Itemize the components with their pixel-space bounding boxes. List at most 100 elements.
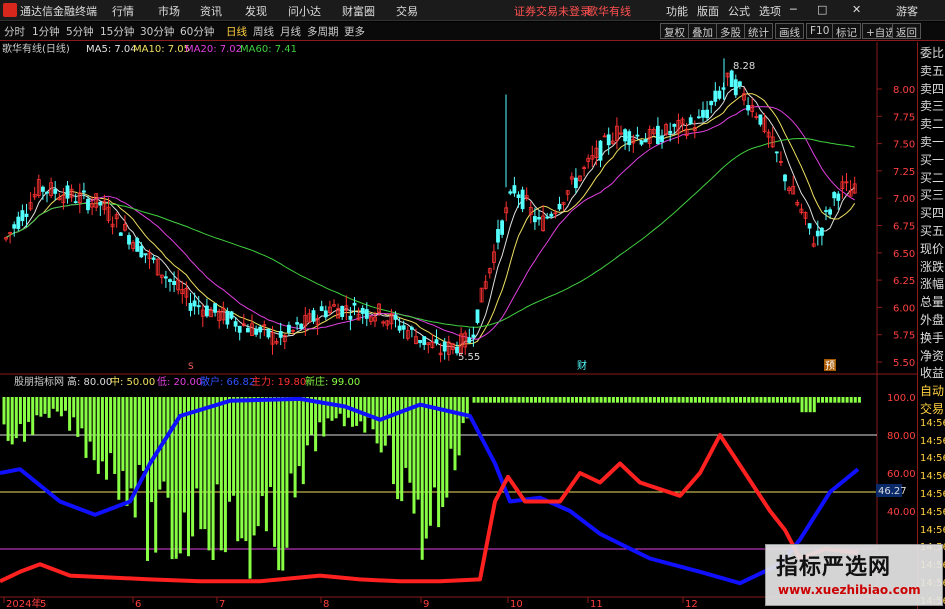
- dealer-bar: [829, 397, 833, 403]
- menu-item-trade[interactable]: 交易: [396, 3, 418, 19]
- sidebar-item-21[interactable]: 14:56: [920, 418, 945, 429]
- sidebar-item-17[interactable]: 净资: [920, 347, 944, 364]
- sidebar-item-18[interactable]: 收益: [920, 364, 944, 381]
- dealer-bar: [689, 397, 693, 403]
- menu-item-wealth[interactable]: 财富圈: [342, 3, 375, 19]
- sidebar-item-23[interactable]: 14:56: [920, 453, 945, 464]
- multi-stock-button[interactable]: 多股: [716, 23, 745, 39]
- dealer-bar: [698, 397, 701, 403]
- sidebar-item-1[interactable]: 卖五: [920, 62, 944, 79]
- sidebar-item-22[interactable]: 14:56: [920, 436, 945, 447]
- period-1min[interactable]: 1分钟: [32, 24, 60, 39]
- dealer-bar: [816, 397, 820, 403]
- sidebar-item-3[interactable]: 卖三: [920, 97, 944, 114]
- price-tick-label: 7.75: [893, 112, 915, 123]
- candle-down: [717, 90, 722, 99]
- dealer-bar: [775, 397, 779, 403]
- dealer-bar: [833, 397, 837, 403]
- menu-item-quotes[interactable]: 行情: [112, 3, 134, 19]
- broker-login-status[interactable]: 证券交易未登录: [514, 3, 591, 19]
- sidebar-item-0[interactable]: 委比: [920, 44, 944, 61]
- stats-button[interactable]: 统计: [744, 23, 773, 39]
- sidebar-item-27[interactable]: 14:56: [920, 525, 945, 536]
- back-button[interactable]: 返回: [892, 23, 921, 39]
- sidebar-item-10[interactable]: 买五: [920, 222, 944, 239]
- sidebar-item-2[interactable]: 卖四: [920, 80, 944, 97]
- dealer-bar: [616, 397, 619, 403]
- sidebar-item-4[interactable]: 卖二: [920, 115, 944, 132]
- dealer-bar: [804, 397, 808, 413]
- period-intraday[interactable]: 分时: [4, 24, 25, 39]
- dealer-bar: [517, 397, 521, 403]
- menu-item-market[interactable]: 市场: [158, 3, 180, 19]
- sidebar-item-25[interactable]: 14:56: [920, 489, 945, 500]
- sidebar-item-6[interactable]: 买一: [920, 151, 944, 168]
- dealer-bar: [59, 397, 63, 417]
- dealer-bar: [784, 397, 788, 403]
- period-15min[interactable]: 15分钟: [100, 24, 134, 39]
- period-monthly[interactable]: 月线: [280, 24, 301, 39]
- menu-item-discover[interactable]: 发现: [245, 3, 267, 19]
- sidebar-item-14[interactable]: 总量: [920, 293, 944, 310]
- menu-item-ask[interactable]: 问小达: [288, 3, 321, 19]
- dealer-bar: [281, 397, 285, 571]
- menu-item-function[interactable]: 功能: [666, 3, 688, 19]
- sidebar-item-26[interactable]: 14:56: [920, 507, 945, 518]
- candle-down: [815, 230, 820, 237]
- minimize-icon[interactable]: ─: [790, 3, 797, 16]
- menu-item-formula[interactable]: 公式: [728, 3, 750, 19]
- period-daily[interactable]: 日线: [226, 24, 247, 39]
- period-multi[interactable]: 多周期: [307, 24, 339, 39]
- sidebar-item-5[interactable]: 卖一: [920, 133, 944, 150]
- menu-item-options[interactable]: 选项: [759, 3, 781, 19]
- sidebar-item-9[interactable]: 买四: [920, 204, 944, 221]
- sidebar-item-7[interactable]: 买二: [920, 169, 944, 186]
- overlay-button[interactable]: 叠加: [688, 23, 717, 39]
- event-marker-s[interactable]: S: [188, 362, 194, 372]
- restore-icon[interactable]: □: [817, 3, 827, 16]
- dealer-bar: [236, 397, 240, 542]
- sidebar-item-13[interactable]: 涨幅: [920, 275, 944, 292]
- candle-down: [746, 105, 750, 111]
- event-marker-finance[interactable]: 财: [577, 359, 587, 372]
- candle-down: [348, 315, 353, 320]
- menu-item-layout[interactable]: 版面: [697, 3, 719, 19]
- dealer-bar: [484, 397, 488, 403]
- f10-button[interactable]: F10: [806, 23, 834, 39]
- period-60min[interactable]: 60分钟: [180, 24, 214, 39]
- dealer-bar: [10, 397, 14, 445]
- mark-button[interactable]: 标记: [832, 23, 861, 39]
- sidebar-item-19[interactable]: 自动: [920, 382, 944, 399]
- sidebar-item-24[interactable]: 14:56: [920, 471, 945, 482]
- dealer-bar: [359, 397, 363, 422]
- sidebar-item-15[interactable]: 外盘: [920, 311, 944, 328]
- menu-item-news[interactable]: 资讯: [200, 3, 222, 19]
- kline-chart[interactable]: 8.00 7.75 7.50 7.25 7.00 6.75 6.50 6.25 6.00 5.75…: [0, 42, 917, 375]
- dealer-bar: [591, 397, 595, 403]
- sidebar-item-11[interactable]: 现价: [920, 240, 944, 257]
- sidebar-item-16[interactable]: 换手: [920, 329, 944, 346]
- sidebar-item-12[interactable]: 涨跌: [920, 258, 944, 275]
- dealer-bar: [759, 397, 763, 403]
- sidebar-item-20[interactable]: 交易: [920, 400, 944, 417]
- dealer-bar: [669, 397, 673, 403]
- guest-label[interactable]: 游客: [896, 3, 918, 19]
- period-more[interactable]: 更多: [344, 24, 365, 39]
- dealer-bar: [558, 397, 562, 403]
- period-5min[interactable]: 5分钟: [66, 24, 94, 39]
- event-marker-forecast[interactable]: 预: [825, 360, 835, 372]
- app-title: 通达信金融终端: [20, 5, 97, 18]
- candle-down: [774, 151, 779, 154]
- draw-button[interactable]: 画线: [775, 23, 804, 39]
- period-30min[interactable]: 30分钟: [140, 24, 174, 39]
- candle-down: [135, 238, 140, 252]
- adjust-button[interactable]: 复权: [660, 23, 689, 39]
- dealer-bar: [289, 397, 293, 474]
- dealer-bar: [636, 397, 640, 403]
- period-weekly[interactable]: 周线: [253, 24, 274, 39]
- candle-down: [709, 101, 714, 106]
- dealer-bar: [416, 397, 420, 500]
- dealer-bar: [264, 397, 268, 532]
- close-icon[interactable]: ✕: [852, 3, 861, 16]
- sidebar-item-8[interactable]: 买三: [920, 186, 944, 203]
